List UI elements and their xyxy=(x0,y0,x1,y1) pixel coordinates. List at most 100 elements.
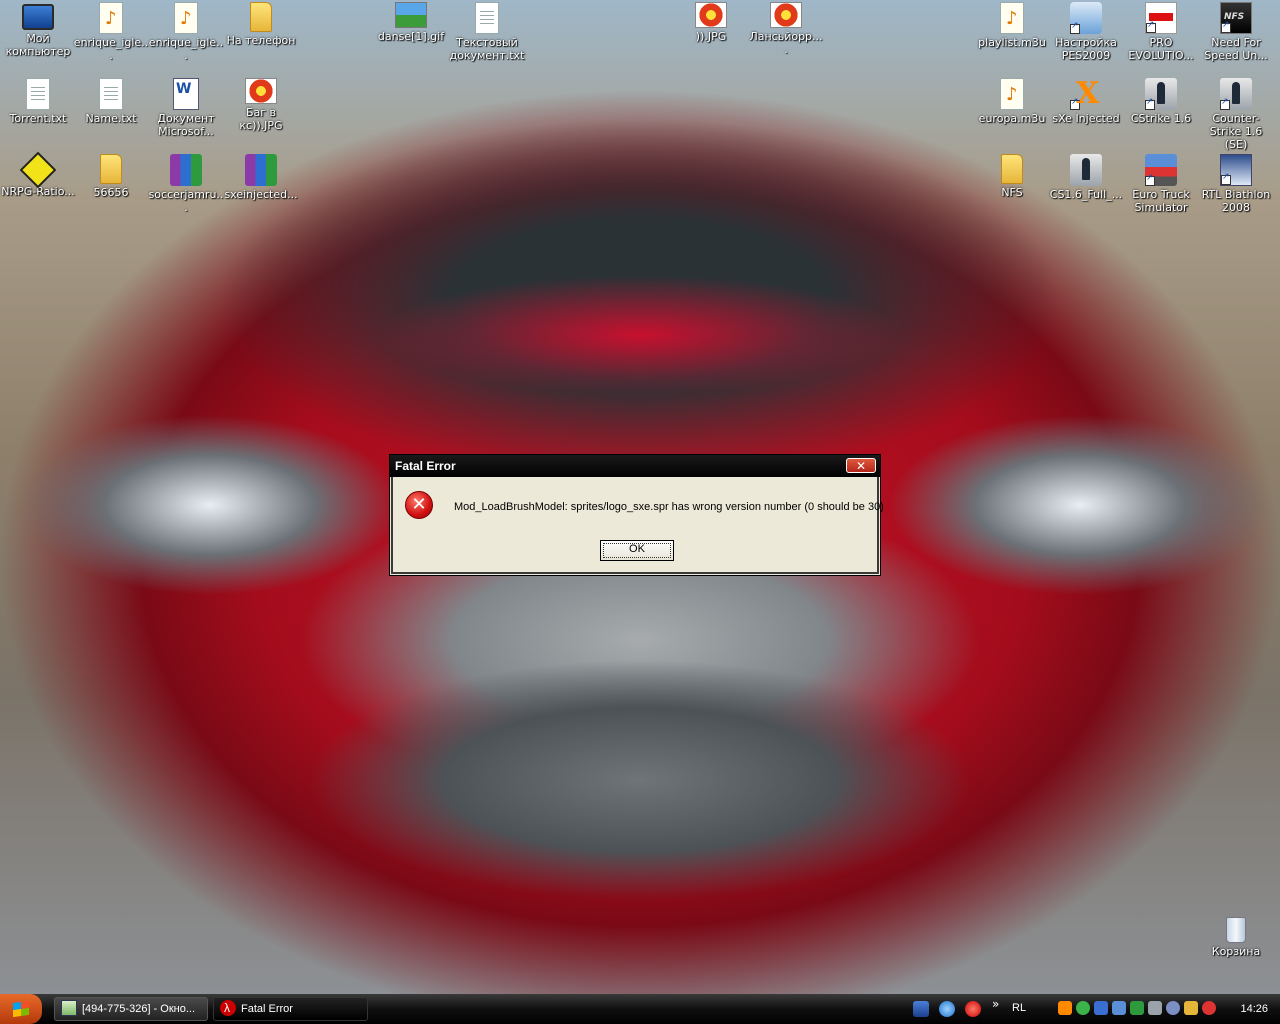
quicklaunch-opera-icon[interactable] xyxy=(965,1001,981,1017)
desktop-icon-label: enrique_igle... xyxy=(148,36,224,62)
shortcut-arrow-icon xyxy=(1221,172,1231,185)
fatal-error-dialog: Fatal Error ✕ ✕ Mod_LoadBrushModel: spri… xyxy=(389,454,884,576)
network-tray-icon-2[interactable] xyxy=(1112,1001,1126,1015)
playlist-file-icon xyxy=(1000,78,1024,110)
desktop-icon-56656[interactable]: 56656 xyxy=(73,154,149,199)
quicklaunch-internet-explorer-icon[interactable] xyxy=(939,1001,955,1017)
desktop-icon-label: Корзина xyxy=(1211,945,1261,958)
desktop-icon-rtl-biathlon[interactable]: RTL Biathlon 2008 xyxy=(1198,154,1274,214)
my-computer-icon xyxy=(22,4,54,30)
dialog-body: ✕ Mod_LoadBrushModel: sprites/logo_sxe.s… xyxy=(391,477,884,574)
desktop-icon-europa-m3u[interactable]: europa.m3u xyxy=(974,78,1050,125)
half-life-icon xyxy=(220,998,236,1019)
shortcut-arrow-icon xyxy=(1146,20,1156,33)
desktop-icon-word-document[interactable]: Документ Microsof... xyxy=(148,78,224,138)
system-tray: 14:26 xyxy=(1052,996,1280,1022)
folder-icon xyxy=(1001,154,1023,184)
shortcut-arrow-icon xyxy=(1070,21,1080,34)
desktop-icon-sxe-injected[interactable]: sXe Injected xyxy=(1048,76,1124,125)
desktop-icon-torrent-txt[interactable]: Torrent.txt xyxy=(0,78,76,125)
shortcut-arrow-icon xyxy=(1220,97,1230,110)
shortcut-arrow-icon xyxy=(1070,97,1080,110)
desktop-icon-enrique-1[interactable]: enrique_igle... xyxy=(73,2,149,62)
desktop-icon-label: Баг в кс)).JPG xyxy=(239,106,283,132)
counter-strike-icon xyxy=(1145,78,1177,110)
jpg-file-icon xyxy=(770,2,802,28)
desktop-icon-sxeinjected-archive[interactable]: sxeinjected... xyxy=(223,154,299,201)
desktop-icon-label: Текстовый документ.txt xyxy=(449,36,525,62)
desktop-icon-name-txt[interactable]: Name.txt xyxy=(73,78,149,125)
language-indicator[interactable]: RL xyxy=(1012,1002,1026,1014)
desktop-icon-soccerjam[interactable]: soccerjamru... xyxy=(148,154,224,214)
archive-icon xyxy=(170,154,202,186)
desktop-icon-label: danse[1].gif xyxy=(377,30,445,43)
network-tray-icon[interactable] xyxy=(1094,1001,1108,1015)
archive-icon xyxy=(245,154,277,186)
desktop-background: Мой компьютер enrique_igle... enrique_ig… xyxy=(0,0,1280,994)
desktop-icon-nfs-folder[interactable]: NFS xyxy=(974,154,1050,199)
desktop-icon-pro-evolution[interactable]: PRO EVOLUTIO... xyxy=(1123,2,1199,62)
start-button[interactable] xyxy=(0,994,42,1024)
desktop-icon-text-document[interactable]: Текстовый документ.txt xyxy=(449,2,525,62)
volume-tray-icon[interactable] xyxy=(1148,1001,1162,1015)
desktop-icon-label: Мой компьютер xyxy=(5,32,71,58)
remote-tray-icon[interactable] xyxy=(1130,1001,1144,1015)
desktop-icon-need-for-speed[interactable]: Need For Speed Un... xyxy=(1198,2,1274,62)
quicklaunch-show-desktop-icon[interactable] xyxy=(913,1001,929,1017)
desktop-icon-label: Name.txt xyxy=(85,112,137,125)
skype-tray-icon[interactable] xyxy=(1166,1001,1180,1015)
utorrent-tray-icon[interactable] xyxy=(1076,1001,1090,1015)
media-file-icon xyxy=(174,2,198,34)
close-button[interactable]: ✕ xyxy=(846,458,876,473)
tray-icon-folder[interactable] xyxy=(1184,1001,1198,1015)
desktop-icon-label: CS1.6_Full_... xyxy=(1049,188,1123,201)
desktop-icon-label: soccerjamru... xyxy=(148,188,224,214)
desktop-icon-cs16-full[interactable]: CS1.6_Full_... xyxy=(1048,154,1124,201)
desktop-icon-label: sxeinjected... xyxy=(224,188,298,201)
desktop-icon-playlist[interactable]: playlist.m3u xyxy=(974,2,1050,49)
desktop-icon-jpg[interactable]: )).JPG xyxy=(673,2,749,43)
playlist-file-icon xyxy=(1000,2,1024,34)
desktop-icon-enrique-2[interactable]: enrique_igle... xyxy=(148,2,224,62)
jpg-file-icon xyxy=(245,78,277,104)
desktop-icon-label: Torrent.txt xyxy=(9,112,67,125)
warning-sign-icon xyxy=(19,151,57,189)
word-document-icon xyxy=(173,78,199,110)
windows-logo-icon xyxy=(13,1000,29,1018)
truck-game-icon xyxy=(1145,154,1177,186)
taskbar-item-remote-window[interactable]: [494-775-326] - Окно... xyxy=(54,997,208,1021)
desktop-icon-my-computer[interactable]: Мой компьютер xyxy=(0,2,76,58)
dialog-titlebar[interactable]: Fatal Error ✕ xyxy=(390,455,880,477)
tray-icon-heart[interactable] xyxy=(1202,1001,1216,1015)
desktop-icon-label: Настройка PES2009 xyxy=(1055,36,1117,62)
media-file-icon xyxy=(99,2,123,34)
desktop-icon-label: PRO EVOLUTIO... xyxy=(1128,36,1194,62)
ok-button[interactable]: OK xyxy=(600,540,674,561)
image-file-icon xyxy=(395,2,427,28)
desktop-icon-label: CStrike 1.6 xyxy=(1130,112,1192,125)
clock[interactable]: 14:26 xyxy=(1240,1003,1268,1015)
folder-icon xyxy=(250,2,272,32)
desktop-icon-counter-strike-se[interactable]: Counter-Strike 1.6 (SE) xyxy=(1198,78,1274,151)
desktop-icon-recycle-bin[interactable]: Корзина xyxy=(1198,914,1274,958)
desktop-icon-label: Counter-Strike 1.6 (SE) xyxy=(1209,112,1263,151)
desktop-icon-danse-gif[interactable]: danse[1].gif xyxy=(373,2,449,43)
desktop-icon-nrpg-ratio[interactable]: NRPG-Ratio... xyxy=(0,151,76,198)
dialog-title: Fatal Error xyxy=(395,459,456,473)
desktop-icon-lansyorr[interactable]: Лансьйорр.... xyxy=(748,2,824,56)
desktop-icon-na-telefon[interactable]: На телефон xyxy=(223,2,299,47)
counter-strike-icon xyxy=(1070,154,1102,186)
desktop-icon-cstrike[interactable]: CStrike 1.6 xyxy=(1123,78,1199,125)
sxe-tray-icon[interactable] xyxy=(1058,1001,1072,1015)
quicklaunch-more-chevron[interactable]: » xyxy=(992,997,999,1011)
jpg-file-icon xyxy=(695,2,727,28)
desktop-icon-bag-jpg[interactable]: Баг в кс)).JPG xyxy=(223,78,299,132)
desktop-icon-label: 56656 xyxy=(93,186,129,199)
desktop-icon-euro-truck[interactable]: Euro Truck Simulator xyxy=(1123,154,1199,214)
desktop-icon-label: Лансьйорр.... xyxy=(749,30,823,56)
taskbar-item-fatal-error[interactable]: Fatal Error xyxy=(213,997,368,1021)
close-icon: ✕ xyxy=(855,459,867,473)
desktop-icon-label: RTL Biathlon 2008 xyxy=(1201,188,1271,214)
window-icon xyxy=(61,1000,77,1017)
desktop-icon-pes-settings[interactable]: Настройка PES2009 xyxy=(1048,2,1124,62)
